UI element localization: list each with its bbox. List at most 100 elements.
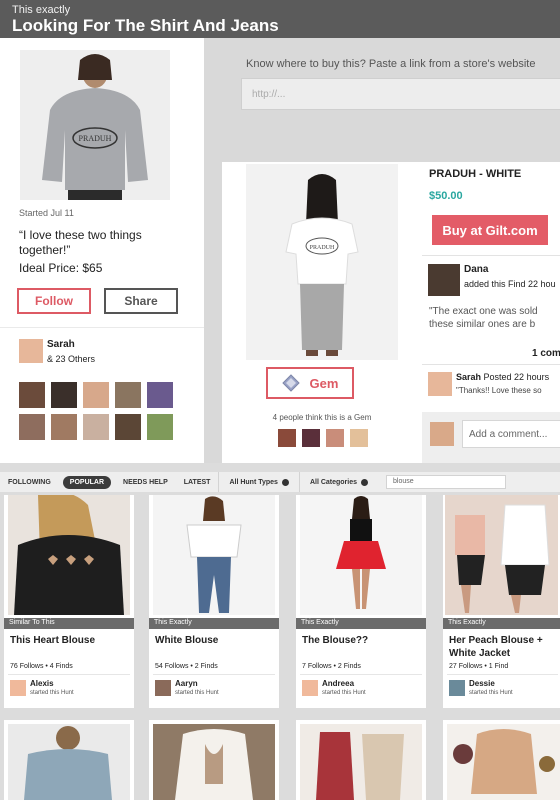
tab-following[interactable]: FOLLOWING [0,479,59,486]
hunt-card-item[interactable] [296,720,426,800]
hunt-thumbnail[interactable] [445,495,558,615]
hunt-card-item[interactable]: Similar To This This Heart Blouse 76 Fol… [4,495,134,708]
hunt-card: PRADUH Started Jul 11 “I love these two … [0,38,204,463]
ideal-price: Ideal Price: $65 [19,261,103,275]
avatar[interactable] [278,429,296,447]
avatar[interactable] [428,372,452,396]
avatar[interactable] [51,414,77,440]
hunt-card-item[interactable] [4,720,134,800]
category-value: All Categories [309,478,358,486]
follower-count[interactable]: & 23 Others [47,354,95,364]
commenter-name[interactable]: Sarah [456,372,481,382]
hunt-thumbnail[interactable] [8,495,130,615]
avatar[interactable] [350,429,368,447]
follow-button[interactable]: Follow [17,288,91,314]
hunt-card-title[interactable]: The Blouse?? [302,634,424,647]
avatar[interactable] [83,382,109,408]
divider [422,255,560,256]
avatar[interactable] [19,382,45,408]
hunt-header-banner: This exactly Looking For The Shirt And J… [0,0,560,38]
hunt-thumbnail[interactable] [300,724,422,800]
hunt-thumbnail[interactable] [153,495,275,615]
avatar[interactable] [302,680,318,696]
avatar[interactable] [147,414,173,440]
hunt-card-stats: 54 Follows • 2 Finds [155,663,218,670]
find-photo[interactable]: PRADUH [246,164,398,360]
tab-popular[interactable]: POPULAR [62,475,112,489]
hunt-card-item[interactable]: This Exactly Her Peach Blouse + White Ja… [443,495,560,708]
search-input[interactable]: blouse [386,475,507,489]
hunt-start-date: Started Jul 11 [19,208,74,218]
find-title: PRADUH - WHITE [429,168,522,180]
find-note-line: "The exact one was sold [429,306,538,317]
avatar[interactable] [449,680,465,696]
hunt-thumbnail[interactable] [8,724,130,800]
gem-button[interactable]: Gem [266,367,354,399]
find-note: "The exact one was sold these similar on… [429,305,559,331]
tab-needs-help[interactable]: NEEDS HELP [115,479,176,486]
svg-text:PRADUH: PRADUH [310,245,335,251]
hunt-card-title[interactable]: This Heart Blouse [10,634,132,647]
hunt-card-started: started this Hunt [30,690,74,696]
avatar[interactable] [147,382,173,408]
hunt-thumbnail[interactable] [300,495,422,615]
avatar [430,422,454,446]
divider [8,674,130,675]
hunt-card-item[interactable]: This Exactly The Blouse?? 7 Follows • 2 … [296,495,426,708]
comment-input[interactable]: Add a comment... [462,420,560,448]
avatar[interactable] [10,680,26,696]
avatar[interactable] [83,414,109,440]
buy-button[interactable]: Buy at Gilt.com [432,215,548,245]
gem-label: Gem [309,375,339,391]
avatar[interactable] [326,429,344,447]
avatar[interactable] [155,680,171,696]
hunt-description: “I love these two things together!” [19,228,142,257]
hunt-thumbnail[interactable] [153,724,275,800]
hunt-card-user[interactable]: Andreea [322,679,354,688]
hunt-card-item[interactable]: This Exactly White Blouse 54 Follows • 2… [149,495,279,708]
avatar[interactable] [115,382,141,408]
hunt-card-stats: 27 Follows • 1 Find [449,663,509,670]
find-price: $50.00 [429,190,463,202]
chevron-down-icon [281,478,289,486]
avatar[interactable] [428,264,460,296]
link-input[interactable]: http://... [241,78,560,110]
svg-text:PRADUH: PRADUH [79,134,112,143]
hunt-photo[interactable]: PRADUH [20,50,170,200]
hunt-card-title[interactable]: White Blouse [155,634,277,647]
hunt-type-tag: This Exactly [443,618,560,629]
hunt-card-item[interactable] [149,720,279,800]
tab-latest[interactable]: LATEST [176,479,219,486]
category-dropdown[interactable]: All Categories [298,472,378,492]
add-comment-area: Add a comment... [422,412,560,463]
hunt-type-value: All Hunt Types [229,478,278,486]
avatar[interactable] [51,382,77,408]
hunt-card-user[interactable]: Dessie [469,679,495,688]
hunt-card-stats: 76 Follows • 4 Finds [10,663,73,670]
hunt-type-dropdown[interactable]: All Hunt Types [218,472,298,492]
hunt-card-started: started this Hunt [322,690,366,696]
divider [422,364,560,365]
hunt-card-title[interactable]: Her Peach Blouse + White Jacket [449,634,560,660]
divider [300,674,422,675]
avatar[interactable] [302,429,320,447]
hunt-card-user[interactable]: Alexis [30,679,54,688]
divider [153,674,275,675]
gem-icon [281,374,300,392]
comment-count[interactable]: 1 com [532,348,560,359]
comment-time: Posted 22 hours [483,372,550,382]
share-button[interactable]: Share [104,288,178,314]
hunt-card-stats: 7 Follows • 2 Finds [302,663,361,670]
avatar[interactable] [19,414,45,440]
finder-name[interactable]: Dana [464,264,488,275]
hunt-card-user[interactable]: Aaryn [175,679,198,688]
follower-name[interactable]: Sarah [47,339,75,350]
paste-link-prompt: Know where to buy this? Paste a link fro… [246,58,536,70]
hunt-type-tag: This Exactly [149,618,279,629]
hunt-card-item[interactable] [443,720,560,800]
hunt-thumbnail[interactable] [447,724,560,800]
hunt-filter-bar: FOLLOWING POPULAR NEEDS HELP LATEST All … [0,472,560,492]
avatar[interactable] [115,414,141,440]
find-note-line: these similar ones are b [429,319,536,330]
avatar[interactable] [19,339,43,363]
